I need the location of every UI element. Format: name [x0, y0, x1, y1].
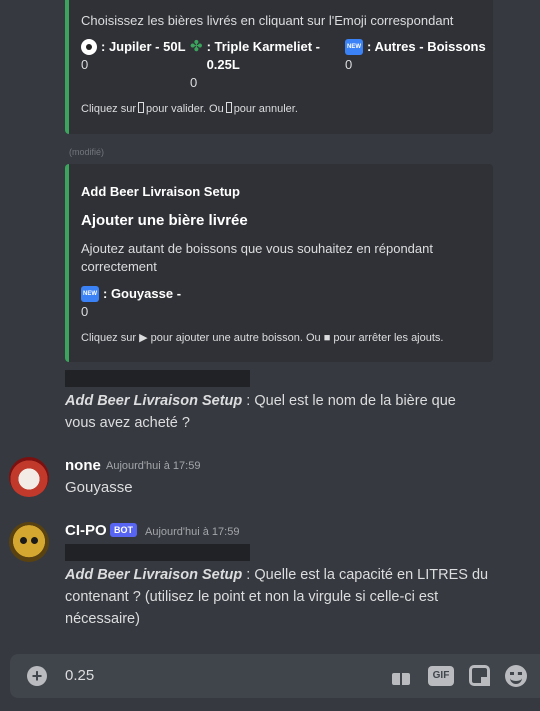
- username-none[interactable]: none: [65, 457, 101, 474]
- bot-question-beer-name: Add Beer Livraison Setup : Quel est le n…: [65, 393, 456, 431]
- plus-icon[interactable]: +: [27, 666, 47, 686]
- embed-field-autres: NEW: Autres - Boissons 0: [345, 39, 486, 72]
- play-icon: ▶: [139, 332, 148, 344]
- embed-description: Choisissez les bières livrés en cliquant…: [81, 13, 454, 28]
- missing-glyph-icon: [225, 102, 232, 113]
- message-input[interactable]: 0.25: [65, 667, 94, 684]
- new-button-icon: NEW: [81, 286, 99, 302]
- message-timestamp: Aujourd'hui à 17:59: [106, 460, 201, 472]
- message-timestamp: Aujourd'hui à 17:59: [145, 526, 240, 538]
- embed-description: Ajoutez autant de boissons que vous souh…: [81, 241, 433, 274]
- message-composer: + 0.25 GIF: [10, 654, 540, 698]
- embed-author: Add Beer Livraison Setup: [81, 184, 240, 199]
- embed-beer-selection: Choisissez les bières livrés en cliquant…: [65, 0, 493, 134]
- stop-icon: ■: [323, 332, 331, 344]
- embed-title: Ajouter une bière livrée: [81, 212, 248, 229]
- gift-icon[interactable]: [390, 665, 412, 687]
- username-cipo[interactable]: CI-PO: [65, 522, 107, 539]
- embed-footer: Cliquez sur pour valider. Ou pour annuler.: [81, 102, 298, 115]
- avatar[interactable]: [9, 457, 49, 497]
- new-button-icon: NEW: [345, 39, 363, 55]
- soccer-ball-icon: [81, 39, 97, 55]
- emoji-icon[interactable]: [505, 665, 527, 687]
- edited-label: (modifié): [69, 147, 105, 157]
- message-text: Gouyasse: [65, 479, 133, 496]
- four-leaf-clover-icon: ✤: [190, 38, 203, 55]
- embed-field-jupiler: : Jupiler - 50L 0: [81, 39, 186, 72]
- redacted-block: [65, 544, 250, 561]
- gif-button[interactable]: GIF: [428, 666, 454, 686]
- missing-glyph-icon: [138, 102, 145, 113]
- embed-footer: Cliquez sur ▶ pour ajouter une autre boi…: [81, 332, 444, 344]
- bot-badge: BOT: [110, 523, 137, 537]
- sticker-icon[interactable]: [469, 665, 490, 686]
- embed-add-beer: Add Beer Livraison Setup Ajouter une biè…: [65, 164, 493, 362]
- embed-field-gouyasse: NEW: Gouyasse - 0: [81, 286, 182, 319]
- bot-question-capacity: Add Beer Livraison Setup : Quelle est la…: [65, 567, 489, 627]
- redacted-block: [65, 370, 250, 387]
- embed-field-triple-karmeliet: ✤: Triple Karmeliet - 0.25L 0: [190, 38, 320, 91]
- avatar[interactable]: [9, 522, 49, 562]
